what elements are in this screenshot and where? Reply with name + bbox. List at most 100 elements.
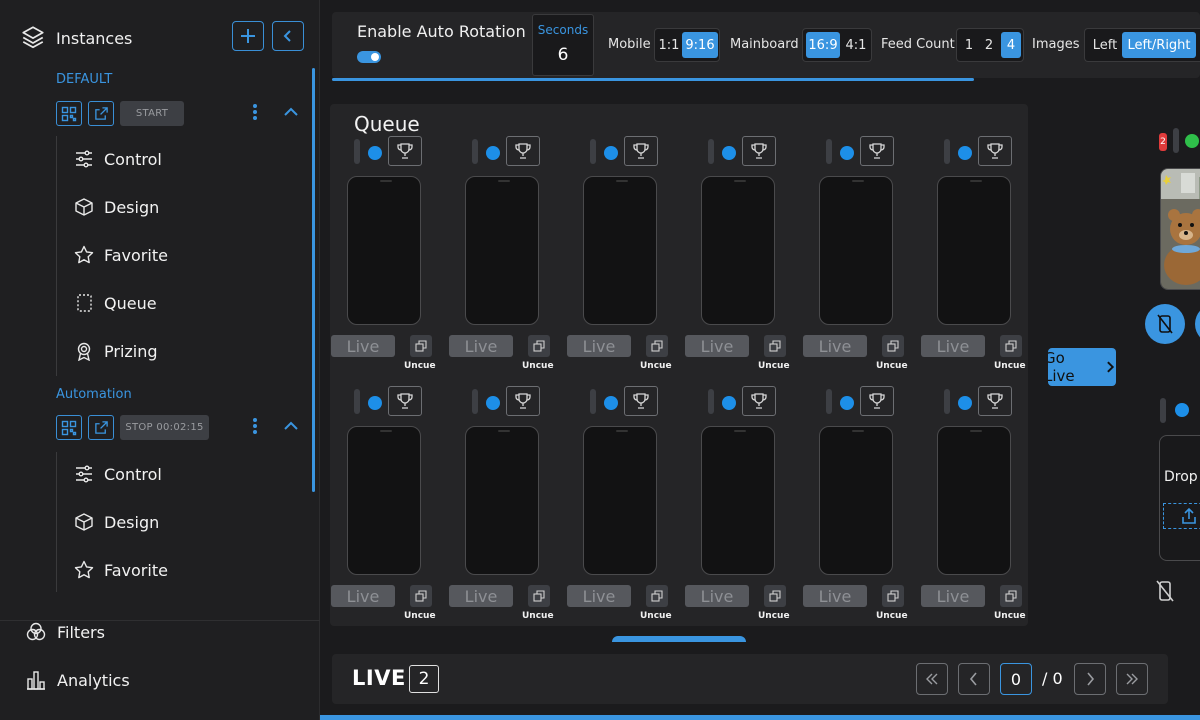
mobile-option-9-16[interactable]: 9:16 bbox=[682, 32, 718, 58]
card-toggle-pill[interactable] bbox=[826, 389, 832, 414]
chevron-up-icon[interactable] bbox=[284, 107, 298, 117]
sidebar-item-favorite[interactable]: Favorite bbox=[74, 242, 168, 268]
phone-slot[interactable] bbox=[347, 176, 421, 325]
group-label-default[interactable]: DEFAULT bbox=[56, 72, 112, 87]
card-live-button[interactable]: Live bbox=[449, 585, 513, 607]
mobile-option-1-1[interactable]: 1:1 bbox=[658, 32, 680, 58]
phone-slot[interactable] bbox=[701, 426, 775, 575]
card-live-button[interactable]: Live bbox=[685, 585, 749, 607]
prize-button[interactable] bbox=[624, 386, 658, 416]
phone-slot[interactable] bbox=[465, 426, 539, 575]
card-toggle-pill[interactable] bbox=[590, 389, 596, 414]
secondary-round-button[interactable] bbox=[1195, 304, 1200, 344]
card-toggle-pill[interactable] bbox=[944, 389, 950, 414]
collapse-sidebar-button[interactable] bbox=[272, 21, 304, 51]
go-live-button[interactable]: Go Live bbox=[1048, 348, 1116, 386]
card-toggle-pill[interactable] bbox=[472, 389, 478, 414]
sidebar-item-design[interactable]: Design bbox=[74, 194, 159, 220]
mainboard-option-16-9[interactable]: 16:9 bbox=[806, 32, 840, 58]
sidebar-item-control[interactable]: Control bbox=[74, 461, 162, 487]
sidebar-item-analytics[interactable]: Analytics bbox=[25, 668, 130, 692]
uncue-button[interactable]: Uncue bbox=[404, 611, 436, 621]
sidebar-item-filters[interactable]: Filters bbox=[25, 621, 105, 643]
uncue-button[interactable]: Uncue bbox=[994, 611, 1026, 621]
sidebar-item-queue[interactable]: Queue bbox=[74, 290, 157, 316]
card-live-button[interactable]: Live bbox=[331, 585, 395, 607]
chevron-up-icon[interactable] bbox=[284, 421, 298, 431]
prize-button[interactable] bbox=[860, 136, 894, 166]
upload-button[interactable] bbox=[1163, 503, 1200, 529]
sidebar-item-design[interactable]: Design bbox=[74, 509, 159, 535]
next-page-button[interactable] bbox=[1074, 663, 1106, 695]
card-toggle-pill[interactable] bbox=[708, 139, 714, 164]
card-toggle-pill[interactable] bbox=[590, 139, 596, 164]
phone-slot[interactable] bbox=[819, 426, 893, 575]
card-toggle-pill[interactable] bbox=[826, 139, 832, 164]
card-live-button[interactable]: Live bbox=[803, 585, 867, 607]
phone-slot[interactable] bbox=[701, 176, 775, 325]
phone-slot[interactable] bbox=[937, 426, 1011, 575]
phone-slot[interactable] bbox=[347, 426, 421, 575]
queue-scrollbar[interactable] bbox=[612, 636, 746, 642]
sidebar-scrollbar[interactable] bbox=[312, 68, 315, 492]
card-toggle-pill[interactable] bbox=[354, 389, 360, 414]
phone-off-icon[interactable] bbox=[1155, 580, 1175, 602]
drop-zone[interactable]: Drop he bbox=[1159, 435, 1200, 561]
uncue-button[interactable]: Uncue bbox=[522, 611, 554, 621]
stop-button[interactable]: STOP 00:02:15 bbox=[120, 415, 209, 440]
sidebar-item-favorite[interactable]: Favorite bbox=[74, 557, 168, 583]
uncue-button[interactable]: Uncue bbox=[876, 611, 908, 621]
uncue-button[interactable]: Uncue bbox=[758, 611, 790, 621]
images-option-left[interactable]: Left bbox=[1088, 32, 1122, 58]
feed-count-option-2[interactable]: 2 bbox=[980, 32, 998, 58]
prize-button[interactable] bbox=[506, 136, 540, 166]
prize-button[interactable] bbox=[506, 386, 540, 416]
copy-button[interactable] bbox=[410, 585, 432, 607]
more-options-icon[interactable] bbox=[252, 102, 258, 122]
auto-rotation-toggle[interactable] bbox=[357, 51, 381, 63]
first-page-button[interactable] bbox=[916, 663, 948, 695]
mainboard-option-4-1[interactable]: 4:1 bbox=[842, 32, 870, 58]
card-live-button[interactable]: Live bbox=[567, 585, 631, 607]
prize-button[interactable] bbox=[978, 136, 1012, 166]
add-instance-button[interactable] bbox=[232, 21, 264, 51]
copy-button[interactable] bbox=[882, 585, 904, 607]
toggle-pill[interactable] bbox=[1173, 128, 1179, 153]
prize-button[interactable] bbox=[742, 386, 776, 416]
card-toggle-pill[interactable] bbox=[354, 139, 360, 164]
more-options-icon[interactable] bbox=[252, 416, 258, 436]
uncue-button[interactable]: Uncue bbox=[640, 611, 672, 621]
copy-button[interactable] bbox=[1000, 585, 1022, 607]
phone-slot[interactable] bbox=[465, 176, 539, 325]
copy-button[interactable] bbox=[528, 585, 550, 607]
images-option-left-right[interactable]: Left/Right bbox=[1122, 32, 1196, 58]
open-external-button[interactable] bbox=[88, 415, 114, 440]
prize-button[interactable] bbox=[742, 136, 776, 166]
qr-code-button[interactable] bbox=[56, 415, 82, 440]
qr-code-button[interactable] bbox=[56, 101, 82, 126]
sidebar-item-control[interactable]: Control bbox=[74, 146, 162, 172]
start-button[interactable]: START bbox=[120, 101, 184, 126]
feed-count-option-4[interactable]: 4 bbox=[1001, 32, 1021, 58]
card-toggle-pill[interactable] bbox=[472, 139, 478, 164]
seconds-input[interactable]: Seconds 6 bbox=[532, 14, 594, 76]
open-external-button[interactable] bbox=[88, 101, 114, 126]
phone-slot[interactable] bbox=[937, 176, 1011, 325]
copy-button[interactable] bbox=[764, 585, 786, 607]
phone-slot[interactable] bbox=[583, 426, 657, 575]
prev-page-button[interactable] bbox=[958, 663, 990, 695]
phone-slot[interactable] bbox=[583, 176, 657, 325]
phone-slot[interactable] bbox=[819, 176, 893, 325]
prize-button[interactable] bbox=[388, 136, 422, 166]
feed-count-option-1[interactable]: 1 bbox=[960, 32, 978, 58]
prize-button[interactable] bbox=[388, 386, 422, 416]
prize-button[interactable] bbox=[978, 386, 1012, 416]
card-toggle-pill[interactable] bbox=[944, 139, 950, 164]
copy-button[interactable] bbox=[646, 585, 668, 607]
sidebar-item-prizing[interactable]: Prizing bbox=[74, 338, 158, 364]
prize-button[interactable] bbox=[860, 386, 894, 416]
page-number-input[interactable]: 0 bbox=[1000, 663, 1032, 695]
group-label-automation[interactable]: Automation bbox=[56, 387, 132, 402]
prize-button[interactable] bbox=[624, 136, 658, 166]
remove-mobile-button[interactable] bbox=[1145, 304, 1185, 344]
